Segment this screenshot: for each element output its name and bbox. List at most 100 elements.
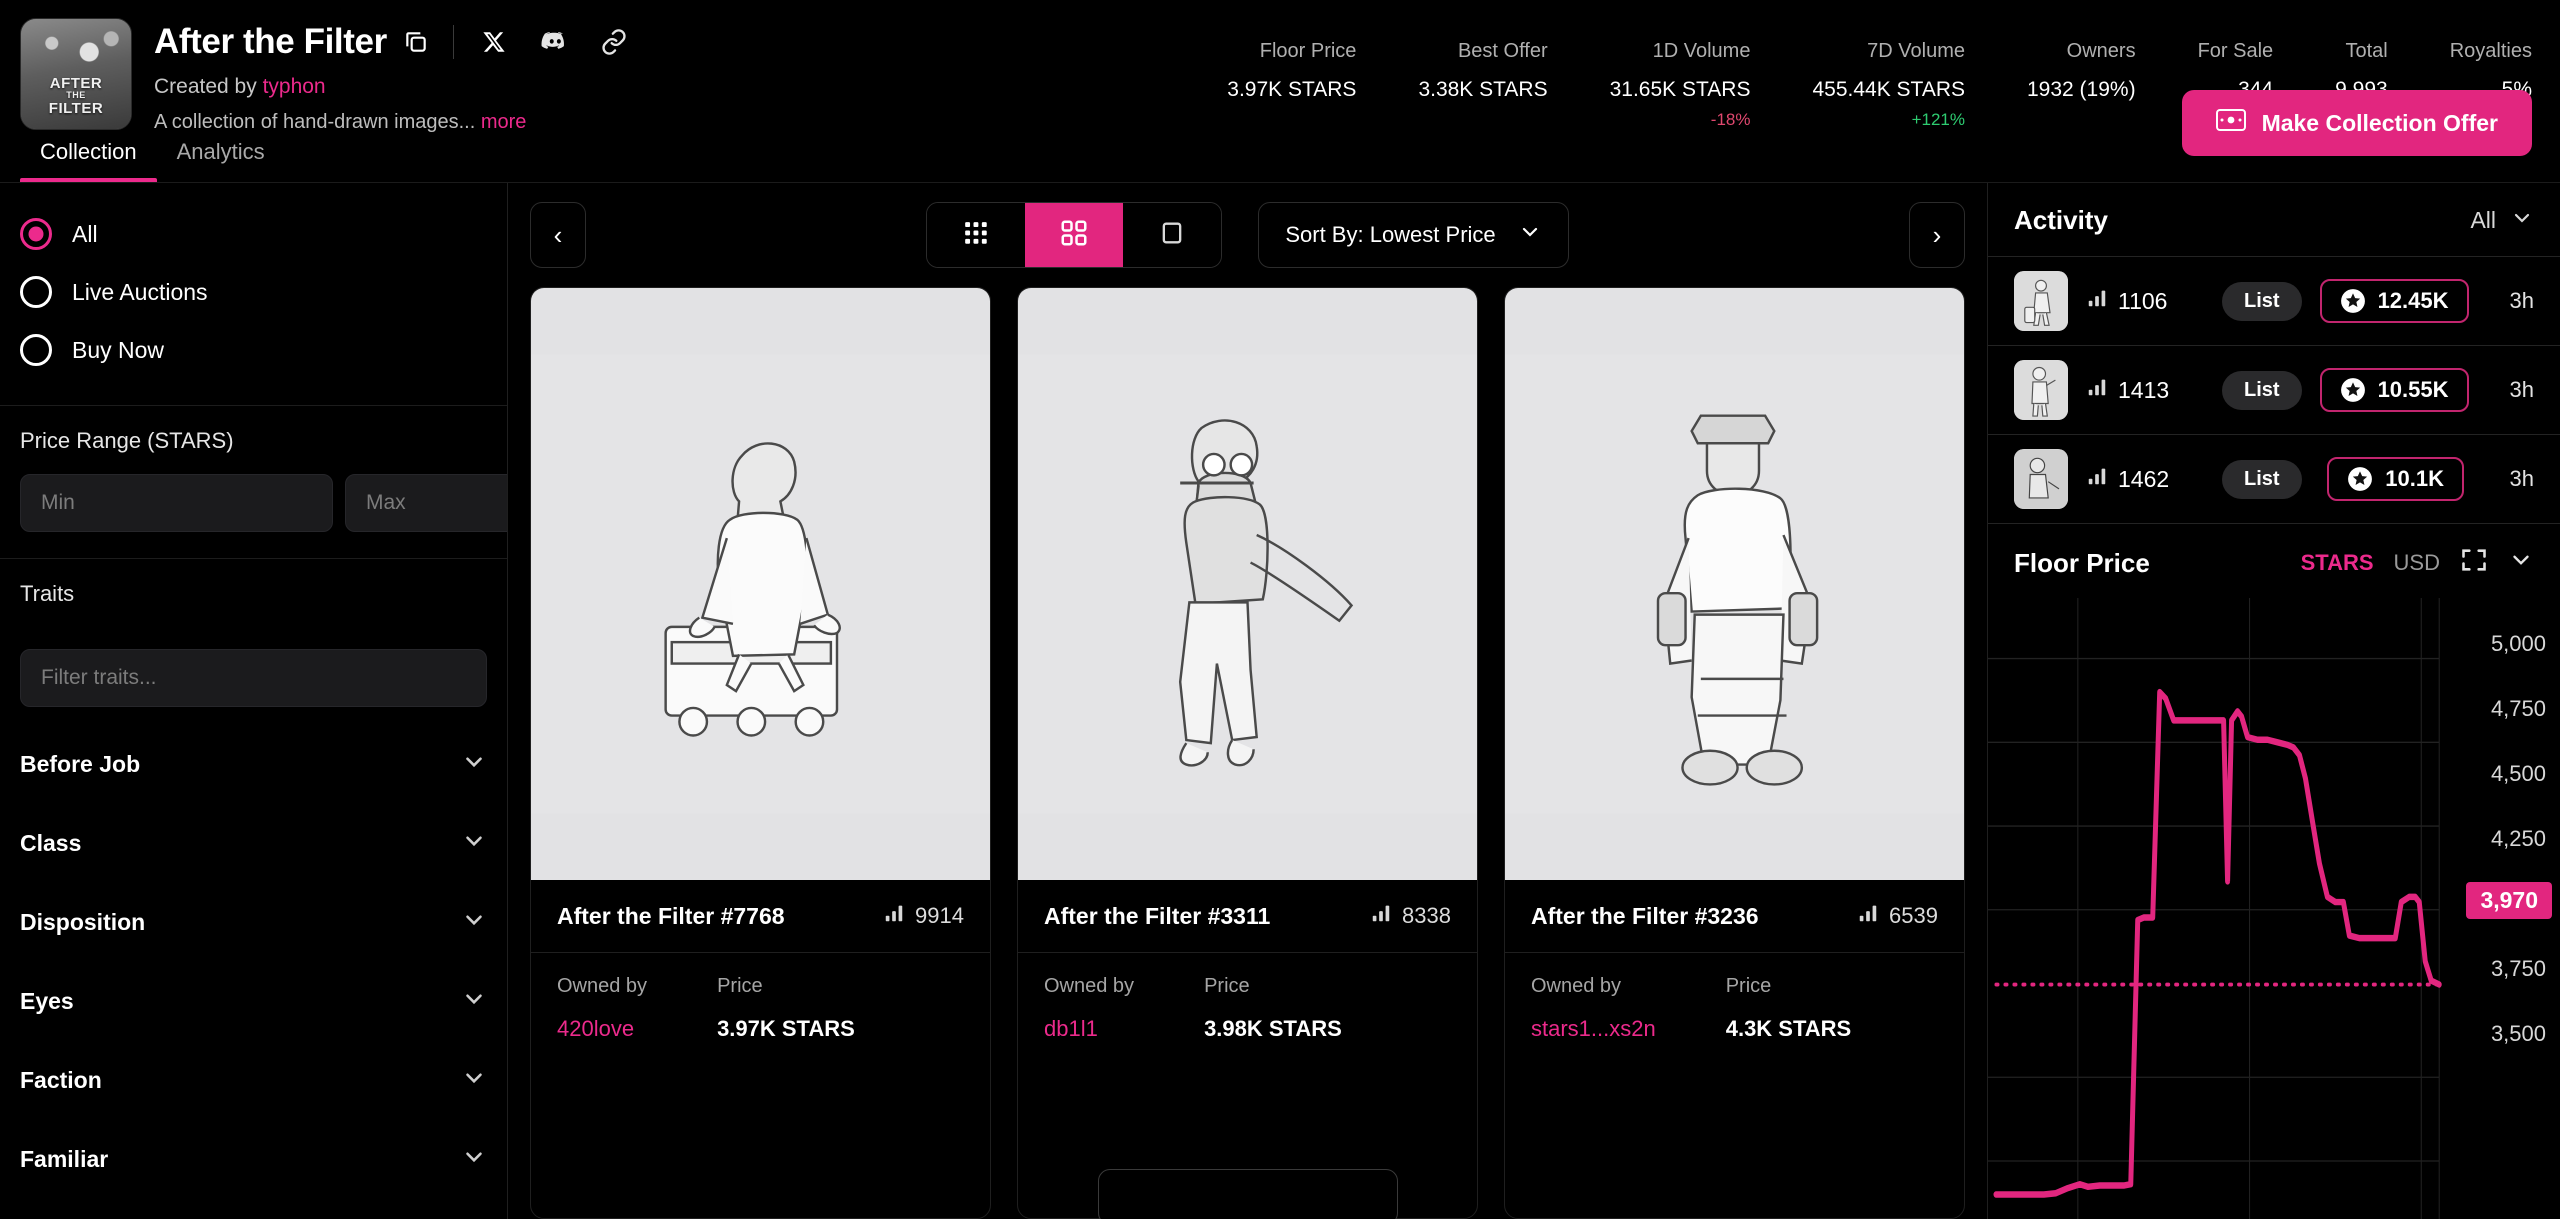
rarity-bars-icon [2086,465,2108,493]
rank-value: 6539 [1889,903,1938,928]
avatar-caption: AFTER THE FILTER [21,76,131,116]
chevron-down-icon[interactable] [2508,547,2534,579]
activity-filter-label: All [2470,207,2496,233]
chart-ytick: 4,500 [2490,761,2546,786]
trait-label: Class [20,830,82,856]
next-page-button[interactable]: › [1909,202,1965,268]
collection-avatar: AFTER THE FILTER [20,18,132,130]
grid-bottom-control[interactable] [1097,1169,1398,1219]
price-min-input[interactable] [20,474,333,532]
filter-option-buy-now[interactable]: Buy Now [20,321,487,379]
chevron-down-icon [461,828,487,859]
chart-ytick: 5,000 [2490,631,2546,656]
rarity-bars-icon [2086,376,2108,404]
nft-card-header: After the Filter #3311 8338 [1018,880,1477,953]
price-range-inputs [20,474,507,532]
activity-row[interactable]: 1106 List 12.45K 3h [1988,257,2560,346]
filter-label: Live Auctions [72,278,208,305]
owner-value[interactable]: db1l1 [1044,1016,1134,1042]
view-mode-medium-button[interactable] [1025,203,1124,267]
fullscreen-icon[interactable] [2460,546,2488,580]
nft-card-header: After the Filter #7768 9914 [531,880,990,953]
radio-icon-buy-now [20,334,52,366]
stat-delta: -18% [1710,110,1751,129]
grid-toolbar: ‹ Sort By: Lowest Price › [508,183,1987,287]
radio-icon-all [20,218,52,250]
view-mode-large-button[interactable] [1123,203,1222,267]
chart-ytick: 4,250 [2490,826,2546,851]
traits-filter-input[interactable] [20,649,487,707]
activity-price-badge: 10.1K [2327,457,2464,501]
tab-analytics[interactable]: Analytics [157,139,285,182]
collection-meta: After the Filter Created by typhon A col… [154,18,642,134]
nft-card-footer: Owned by stars1...xs2n Price 4.3K STARS [1505,953,1964,1066]
trait-label: Familiar [20,1146,109,1172]
price-label: Price [1725,975,1772,997]
discord-icon[interactable] [538,26,570,58]
price-value: 3.97K STARS [717,1016,855,1041]
rank-value: 9914 [915,903,964,928]
status-filter-group: All Live Auctions Buy Now [0,183,507,406]
activity-thumbnail [2014,449,2068,509]
trait-group-before-job[interactable]: Before Job [20,725,487,804]
stat-owners: Owners 1932 (19%) [1965,40,2136,130]
filter-label: All [72,220,98,247]
chart-ytick: 3,750 [2490,956,2546,981]
x-twitter-icon[interactable] [478,26,510,58]
traits-heading: Traits [20,581,75,606]
floor-price-controls: STARS USD [2301,546,2534,580]
nft-title: After the Filter #7768 [557,902,785,929]
link-icon[interactable] [598,26,630,58]
owner-value[interactable]: stars1...xs2n [1531,1016,1656,1042]
activity-time: 3h [2509,466,2534,491]
filters-sidebar: All Live Auctions Buy Now Price Range (S… [0,183,508,1219]
price-range-heading: Price Range (STARS) [20,428,234,453]
filter-option-all[interactable]: All [20,205,487,263]
view-mode-toggle [926,202,1223,268]
sort-by-dropdown[interactable]: Sort By: Lowest Price [1258,202,1569,268]
nft-card[interactable]: After the Filter #7768 9914 Owned by 420… [530,287,991,1219]
activity-rank: 1462 [2086,465,2204,493]
chevron-down-icon [461,986,487,1017]
price-range-group: Price Range (STARS) [0,406,507,559]
trait-group-familiar[interactable]: Familiar [20,1120,487,1199]
currency-toggle-usd[interactable]: USD [2394,550,2440,576]
activity-row[interactable]: 1413 List 10.55K 3h [1988,346,2560,435]
grid-large-icon [1158,219,1186,252]
title-row: After the Filter [154,22,642,62]
nft-card[interactable]: After the Filter #3236 6539 Owned by sta… [1504,287,1965,1219]
owner-value[interactable]: 420love [557,1016,647,1042]
nft-title: After the Filter #3311 [1044,902,1271,929]
collection-header: AFTER THE FILTER After the Filter Create… [0,0,2560,183]
trait-label: Faction [20,1067,102,1093]
grid-small-icon [963,220,989,251]
nft-card[interactable]: After the Filter #3311 8338 Owned by db1… [1017,287,1478,1219]
activity-filter-dropdown[interactable]: All [2470,206,2534,236]
price-max-input[interactable] [345,474,507,532]
description-more-link[interactable]: more [481,111,527,133]
currency-toggle-stars[interactable]: STARS [2301,550,2374,576]
trait-group-faction[interactable]: Faction [20,1041,487,1120]
prev-page-button[interactable]: ‹ [530,202,586,268]
trait-group-eyes[interactable]: Eyes [20,962,487,1041]
make-collection-offer-button[interactable]: Make Collection Offer [2181,90,2532,156]
copy-icon[interactable] [403,29,429,55]
floor-price-chart[interactable]: 5,000 4,750 4,500 4,250 3,750 3,500 3,97… [1988,598,2560,1219]
view-mode-small-button[interactable] [927,203,1026,267]
nft-card-footer: Owned by 420love Price 3.97K STARS [531,953,990,1066]
rarity-bars-icon [2086,287,2108,315]
trait-group-class[interactable]: Class [20,804,487,883]
filter-option-live-auctions[interactable]: Live Auctions [20,263,487,321]
trait-group-disposition[interactable]: Disposition [20,883,487,962]
sort-by-label: Sort By: Lowest Price [1285,222,1496,247]
stat-label: 1D Volume [1652,40,1751,62]
nft-price-field: Price 4.3K STARS [1726,975,1852,1042]
stat-label: Total [2345,40,2388,62]
created-by-label: Created by [154,75,263,98]
activity-row[interactable]: 1462 List 10.1K 3h [1988,435,2560,523]
tab-collection[interactable]: Collection [20,139,157,182]
floor-price-title: Floor Price [2014,547,2150,578]
creator-name[interactable]: typhon [263,75,326,98]
activity-type-badge: List [2222,459,2302,499]
stat-value: 1932 (19%) [2027,78,2136,101]
